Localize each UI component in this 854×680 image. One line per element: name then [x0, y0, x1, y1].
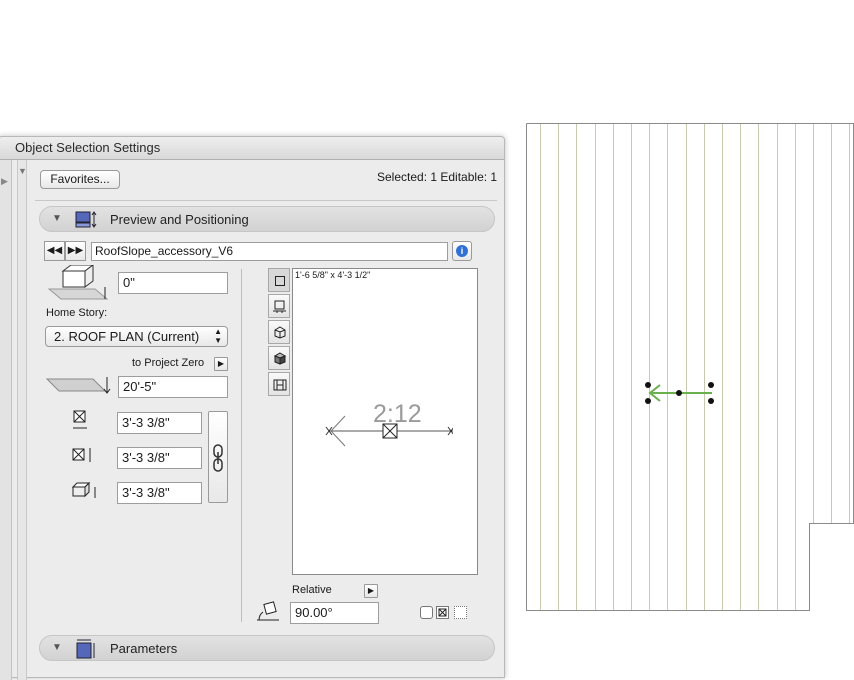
hotspot[interactable]	[676, 390, 682, 396]
bounding-box-icon[interactable]	[454, 606, 467, 619]
elevation-to-project-zero-icon	[45, 377, 111, 394]
view-3d-shaded-button[interactable]	[268, 346, 290, 370]
keep-ratio-chain-button[interactable]	[208, 411, 228, 503]
orientation-mode-popup[interactable]: ▶	[364, 584, 378, 598]
square-icon	[275, 276, 285, 286]
preview-positioning-icon	[75, 211, 97, 228]
info-icon: i	[456, 245, 468, 257]
view-section-button[interactable]	[268, 294, 290, 318]
preview-dimensions: 1'-6 5/8" x 4'-3 1/2"	[295, 270, 371, 280]
next-object-button[interactable]: ▶▶	[65, 241, 86, 261]
column-divider	[241, 269, 242, 622]
object-name-field[interactable]: RoofSlope_accessory_V6	[91, 242, 448, 261]
hotspot[interactable]	[708, 382, 714, 388]
floor-plan-outline	[526, 123, 854, 611]
height-icon	[71, 482, 96, 498]
rotation-angle-field[interactable]: 90.00°	[290, 602, 379, 624]
height-field[interactable]: 3'-3 3/8"	[117, 482, 202, 504]
relative-label: Relative	[292, 584, 332, 596]
title-bar[interactable]: Object Selection Settings	[0, 137, 504, 160]
view-3d-wireframe-button[interactable]	[268, 320, 290, 344]
hotspot[interactable]	[708, 398, 714, 404]
disclosure-triangle-icon[interactable]: ▼	[52, 213, 62, 224]
disclosure-triangle-icon[interactable]: ▼	[52, 642, 62, 653]
home-story-label: Home Story:	[46, 307, 108, 319]
cube-shaded-icon	[274, 352, 286, 365]
preview-positioning-header[interactable]: ▼ Preview and Positioning	[39, 206, 495, 232]
reference-level-popup[interactable]: ▶	[214, 357, 228, 371]
cube-wireframe-icon	[274, 326, 286, 339]
depth-icon	[72, 448, 91, 462]
roof-hatch-lines	[540, 124, 850, 611]
expand-right-icon[interactable]: ▶	[1, 176, 8, 187]
hotspot[interactable]	[645, 382, 651, 388]
depth-field[interactable]: 3'-3 3/8"	[117, 447, 202, 469]
view-2d-button[interactable]	[268, 268, 290, 292]
home-story-select[interactable]: 2. ROOF PLAN (Current) ▲ ▼	[45, 326, 228, 347]
film-frame-icon	[273, 379, 287, 391]
section-label: Preview and Positioning	[110, 212, 249, 227]
object-preview[interactable]: 1'-6 5/8" x 4'-3 1/2" 2:12	[292, 268, 478, 575]
library-panel-edge: ▶	[0, 160, 12, 680]
section-label: Parameters	[110, 641, 178, 656]
chain-link-icon	[213, 444, 223, 472]
updown-arrows-icon: ▲ ▼	[214, 327, 222, 345]
elevation-field[interactable]: 0"	[118, 272, 228, 294]
parameters-icon	[76, 639, 95, 659]
favorites-button[interactable]: Favorites...	[40, 170, 120, 189]
rotation-angle-icon	[257, 601, 279, 621]
window-title: Object Selection Settings	[15, 140, 161, 155]
view-settings-button[interactable]	[268, 372, 290, 396]
section-elevation-icon	[273, 300, 286, 313]
parameters-header[interactable]: ▼ Parameters	[39, 635, 495, 661]
floor-plan-canvas[interactable]	[526, 123, 854, 611]
hotspot[interactable]	[645, 398, 651, 404]
panel-splitter[interactable]: ▼	[17, 160, 27, 680]
elevation-to-story-icon	[47, 265, 109, 300]
info-button[interactable]: i	[452, 241, 472, 261]
slope-symbol-preview	[325, 415, 453, 447]
previous-object-button[interactable]: ◀◀	[44, 241, 65, 261]
mirror-checkbox[interactable]	[420, 606, 433, 619]
selection-status: Selected: 1 Editable: 1	[377, 170, 498, 184]
object-selection-settings-dialog: Object Selection Settings ▶ ▼ Favorites.…	[0, 136, 505, 680]
project-zero-field[interactable]: 20'-5"	[118, 376, 228, 398]
home-story-value: 2. ROOF PLAN (Current)	[54, 329, 200, 344]
width-field[interactable]: 3'-3 3/8"	[117, 412, 202, 434]
width-icon	[73, 410, 87, 429]
to-project-zero-label: to Project Zero	[132, 357, 205, 369]
roof-slope-object[interactable]	[645, 382, 714, 404]
divider	[35, 200, 497, 201]
anchor-point-icon[interactable]	[436, 606, 449, 619]
collapse-down-icon[interactable]: ▼	[18, 166, 27, 176]
